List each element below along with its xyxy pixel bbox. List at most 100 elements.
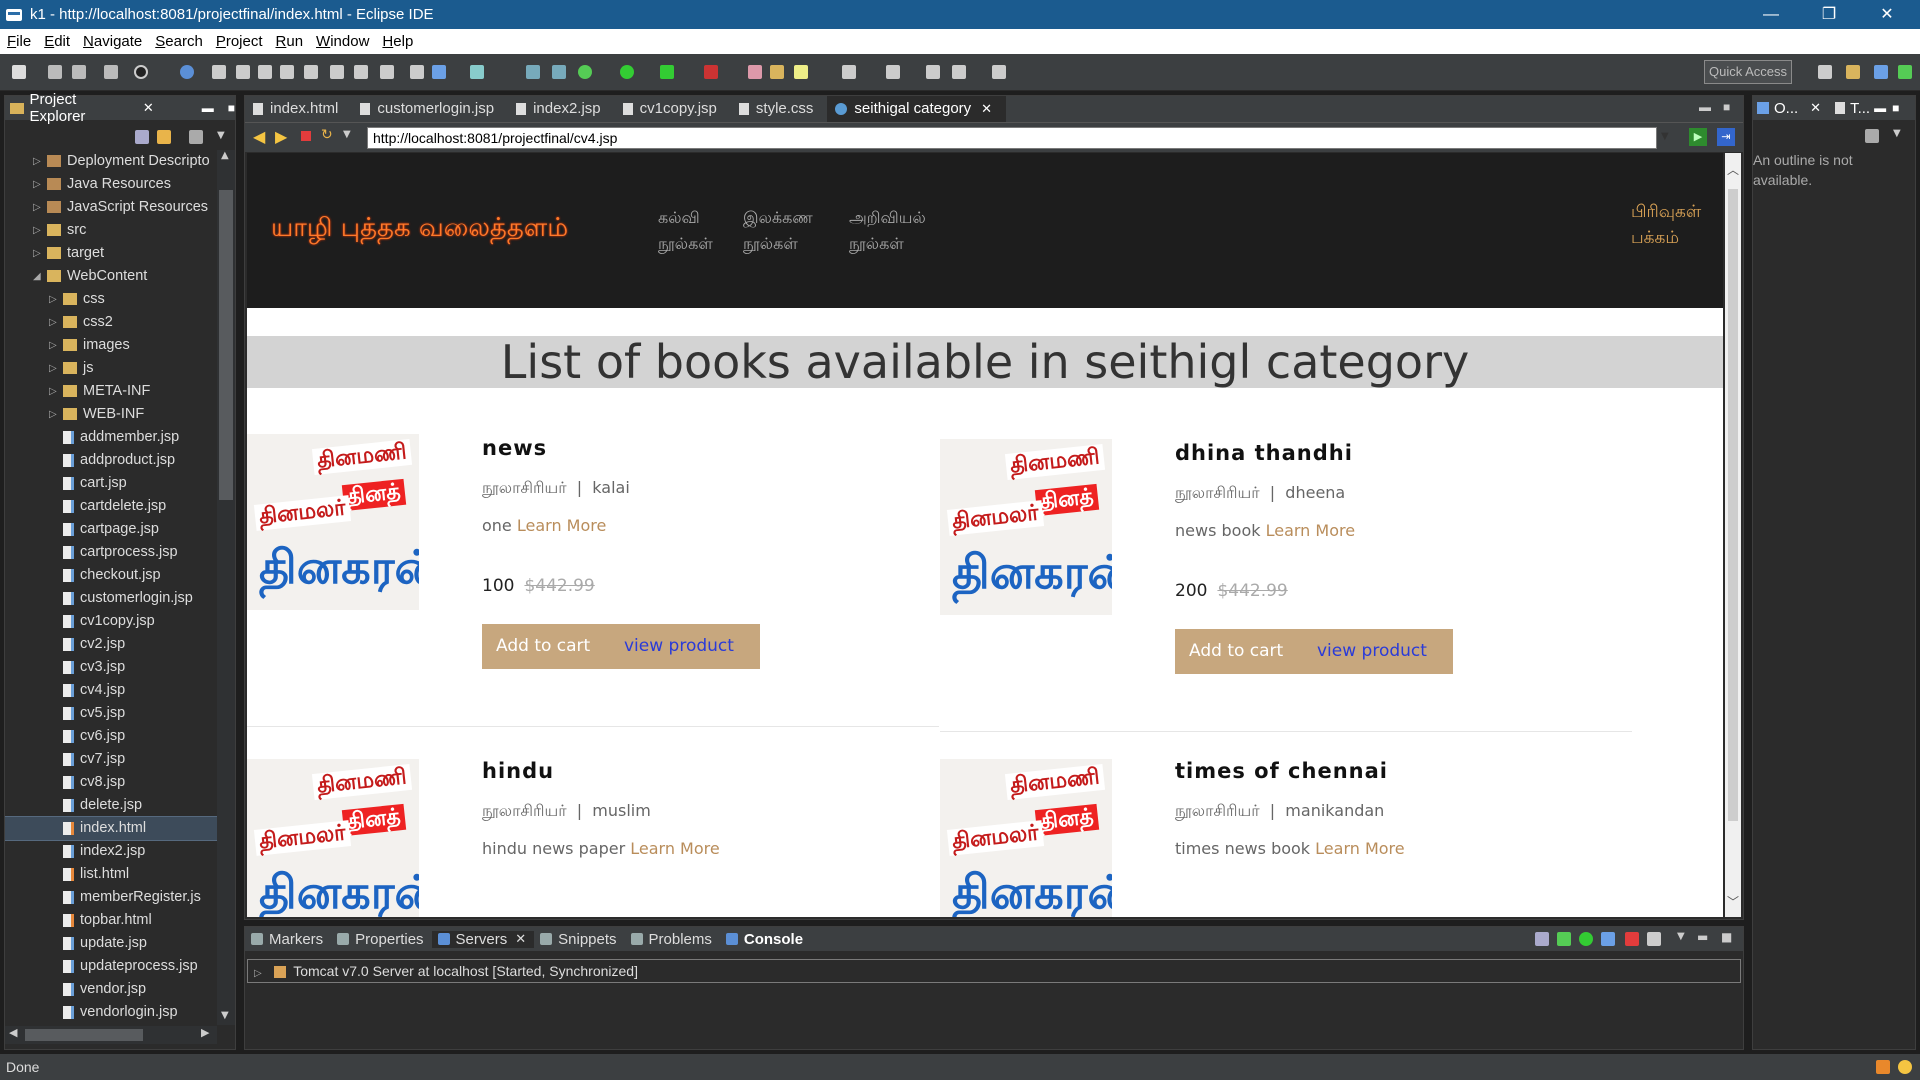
step-over-icon[interactable] — [330, 65, 344, 79]
expand-arrow-icon[interactable]: ▷ — [33, 219, 43, 242]
close-icon[interactable]: ✕ — [143, 100, 154, 116]
tree-item[interactable]: delete.jsp — [5, 794, 217, 817]
chevron-down-icon[interactable]: ▼ — [1893, 128, 1901, 139]
nav-grammar-books[interactable]: இலக்கண நூல்கள் — [743, 205, 813, 257]
tree-item[interactable]: ▷ JavaScript Resources — [5, 196, 217, 219]
forward-arrow-icon[interactable]: ▶ — [275, 127, 287, 146]
browser-vertical-scrollbar[interactable]: ︿ ﹀ — [1725, 153, 1741, 917]
tree-item[interactable]: ▷ js — [5, 357, 217, 380]
go-icon[interactable]: ▶ — [1689, 128, 1707, 146]
drop-frame-icon[interactable] — [380, 65, 394, 79]
scrollbar-thumb[interactable] — [1728, 189, 1738, 821]
expand-arrow-icon[interactable]: ▷ — [49, 380, 59, 403]
forward-icon[interactable] — [992, 65, 1006, 79]
tree-item[interactable]: ▷ Deployment Descripto — [5, 150, 217, 173]
chevron-down-icon[interactable]: ▼ — [343, 129, 351, 140]
expand-arrow-icon[interactable]: ▷ — [33, 150, 43, 173]
newspaper-image[interactable]: தினமணி தினத் தினமலர் தினகரன் — [247, 434, 419, 610]
tree-item[interactable]: customerlogin.jsp — [5, 587, 217, 610]
tree-item[interactable]: ▷ images — [5, 334, 217, 357]
close-window-button[interactable]: ✕ — [1864, 0, 1910, 29]
expand-arrow-icon[interactable]: ▷ — [49, 403, 59, 426]
close-icon[interactable]: ✕ — [515, 931, 526, 947]
expand-arrow-icon[interactable]: ▷ — [33, 173, 43, 196]
minimize-view-icon[interactable]: ▬ — [202, 101, 214, 115]
tab-outline[interactable]: O... — [1774, 100, 1798, 117]
tree-item[interactable]: updateprocess.jsp — [5, 955, 217, 978]
close-icon[interactable]: ✕ — [981, 96, 992, 122]
view-product-link[interactable]: view product — [624, 624, 734, 669]
tree-item[interactable]: index.html — [5, 816, 217, 841]
rss-icon[interactable] — [1876, 1060, 1890, 1074]
product-title[interactable]: times of chennai — [1175, 759, 1388, 783]
expand-arrow-icon[interactable]: ▷ — [49, 311, 59, 334]
add-to-cart-button[interactable]: Add to cart — [496, 624, 590, 669]
open-perspective-icon[interactable] — [1818, 65, 1832, 79]
new-icon[interactable] — [12, 65, 26, 79]
tree-item[interactable]: cv3.jsp — [5, 656, 217, 679]
tree-item[interactable]: addproduct.jsp — [5, 449, 217, 472]
menu-window[interactable]: Window — [309, 33, 375, 50]
tree-item[interactable]: cartpage.jsp — [5, 518, 217, 541]
toggle-mark-icon[interactable] — [432, 65, 446, 79]
nav-education-books[interactable]: கல்வி நூல்கள் — [658, 205, 713, 257]
menu-search[interactable]: Search — [148, 33, 209, 50]
minimize-button[interactable]: — — [1748, 0, 1794, 29]
back-icon[interactable] — [926, 65, 940, 79]
start-server-debug-icon[interactable] — [1557, 932, 1571, 946]
tree-item[interactable]: update.jsp — [5, 932, 217, 955]
tree-item[interactable]: ▷ META-INF — [5, 380, 217, 403]
open-type-icon[interactable] — [552, 65, 566, 79]
menu-edit[interactable]: Edit — [37, 33, 76, 50]
maximize-view-icon[interactable]: ■ — [1892, 101, 1899, 115]
newspaper-image[interactable]: தினமணி தினத் தினமலர் தினகரன் — [940, 759, 1112, 917]
tree-item[interactable]: ◢ WebContent — [5, 265, 217, 288]
step-return-icon[interactable] — [354, 65, 368, 79]
tree-item[interactable]: cv8.jsp — [5, 771, 217, 794]
link-with-editor-icon[interactable] — [157, 130, 171, 144]
tree-item[interactable]: memberRegister.js — [5, 886, 217, 909]
web-browser-icon[interactable] — [526, 65, 540, 79]
tree-item[interactable]: cv5.jsp — [5, 702, 217, 725]
suspend-icon[interactable] — [236, 65, 250, 79]
tab-console[interactable]: Console — [720, 931, 811, 948]
minimize-view-icon[interactable]: ▬ — [1874, 101, 1886, 115]
tree-item[interactable]: ▷ css — [5, 288, 217, 311]
tree-item[interactable]: cv4.jsp — [5, 679, 217, 702]
open-external-icon[interactable]: ⇥ — [1717, 128, 1735, 146]
expand-arrow-icon[interactable]: ▷ — [33, 242, 43, 265]
back-arrow-icon[interactable]: ◀ — [253, 127, 265, 146]
tree-item[interactable]: addmember.jsp — [5, 426, 217, 449]
open-folder-icon[interactable] — [748, 65, 762, 79]
learn-more-link[interactable]: Learn More — [1315, 839, 1404, 858]
java-ee-perspective-icon[interactable] — [1846, 65, 1860, 79]
product-title[interactable]: dhina thandhi — [1175, 441, 1353, 465]
disconnect-icon[interactable] — [280, 65, 294, 79]
tree-item[interactable]: ▷ src — [5, 219, 217, 242]
tree-item[interactable]: cv2.jsp — [5, 633, 217, 656]
close-icon[interactable]: ✕ — [1810, 100, 1821, 116]
menu-help[interactable]: Help — [375, 33, 419, 50]
tree-item[interactable]: checkout.jsp — [5, 564, 217, 587]
save-all-icon[interactable] — [72, 65, 86, 79]
scroll-right-icon[interactable]: ▶ — [201, 1026, 209, 1039]
save-icon[interactable] — [48, 65, 62, 79]
new-server-icon[interactable] — [470, 65, 484, 79]
profile-server-icon[interactable] — [1601, 932, 1615, 946]
url-input[interactable]: http://localhost:8081/projectfinal/cv4.j… — [367, 127, 1657, 149]
tree-item[interactable]: cv7.jsp — [5, 748, 217, 771]
scroll-up-icon[interactable]: ︿ — [1727, 161, 1739, 178]
expand-arrow-icon[interactable]: ▷ — [49, 334, 59, 357]
collapse-arrow-icon[interactable]: ◢ — [33, 265, 43, 288]
expand-arrow-icon[interactable]: ▷ — [33, 196, 43, 219]
learn-more-link[interactable]: Learn More — [1266, 521, 1355, 540]
use-step-filters-icon[interactable] — [410, 65, 424, 79]
tree-item[interactable]: topbar.html — [5, 909, 217, 932]
tab-task-list[interactable]: T... — [1850, 100, 1870, 117]
tab-index2-jsp[interactable]: index2.jsp — [508, 96, 615, 122]
tree-item[interactable]: ▷ WEB-INF — [5, 403, 217, 426]
refresh-icon[interactable]: ↻ — [321, 127, 333, 143]
next-annotation-icon[interactable] — [886, 65, 900, 79]
minimize-view-icon[interactable]: ▬ — [1697, 930, 1708, 944]
product-title[interactable]: news — [482, 436, 547, 460]
